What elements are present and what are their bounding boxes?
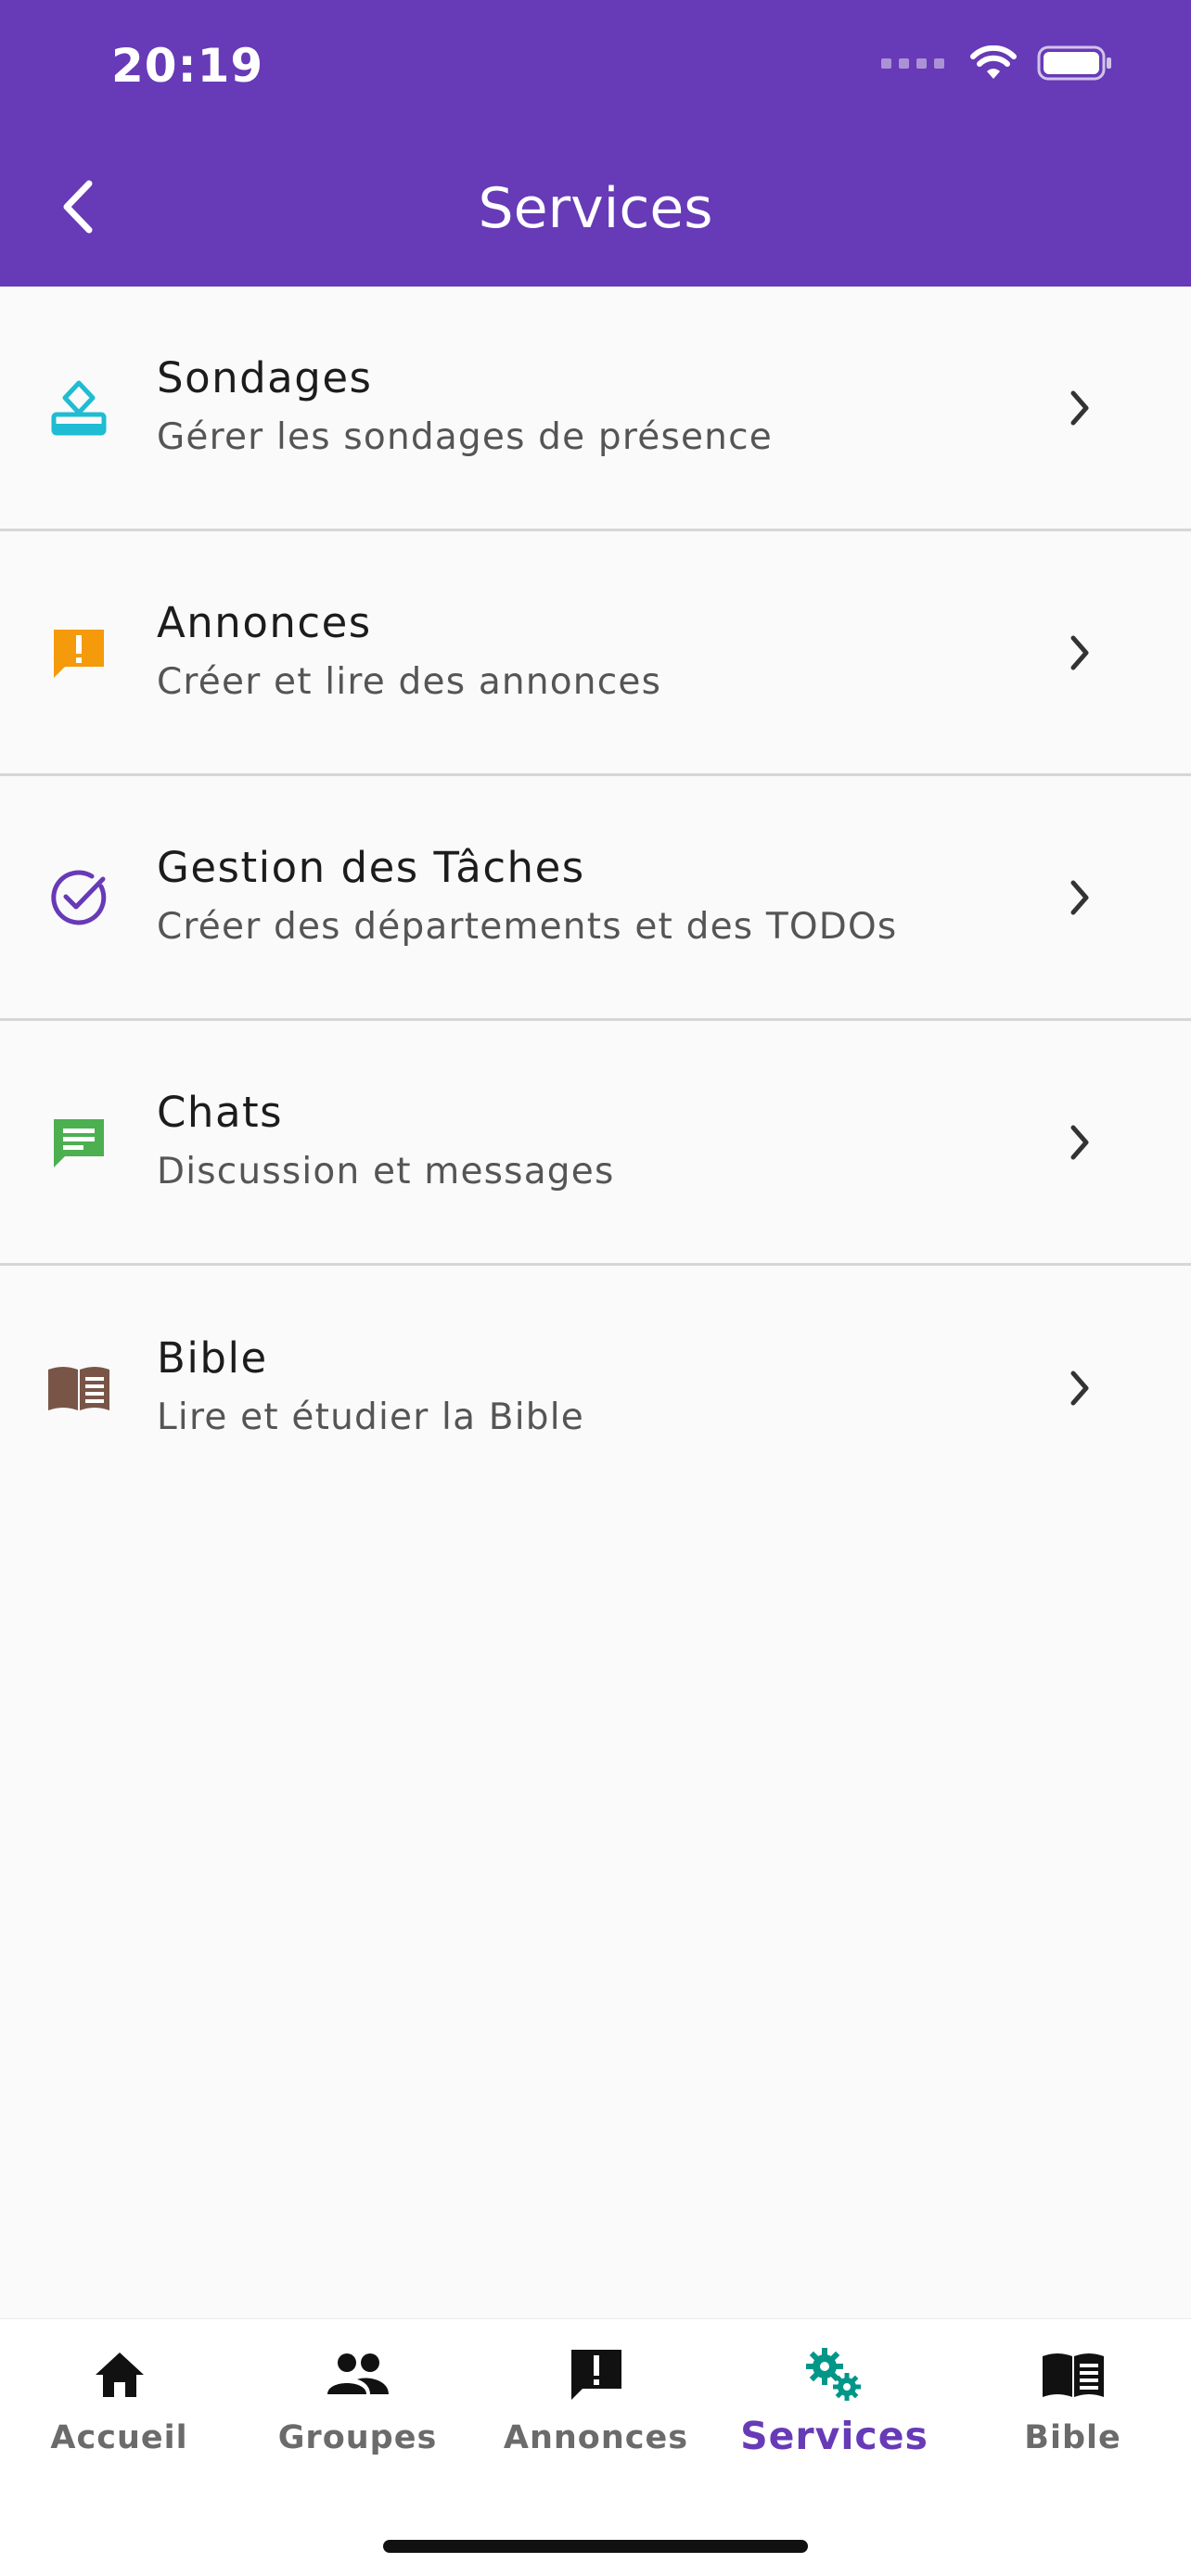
service-title: Annonces [157,597,372,647]
service-item-sondages[interactable]: Sondages Gérer les sondages de présence [0,287,1191,531]
wifi-icon [970,45,1017,79]
battery-icon [1037,45,1111,81]
chevron-right-icon [1061,1365,1098,1411]
service-subtitle: Lire et étudier la Bible [157,1396,584,1438]
services-list: Sondages Gérer les sondages de présence … [0,287,1191,1511]
tab-label: Groupes [277,2419,438,2456]
chevron-right-icon [1061,630,1098,676]
service-item-gestion-des-taches[interactable]: Gestion des Tâches Créer des département… [0,776,1191,1021]
app-bar: 20:19 Services [0,0,1191,287]
tab-annonces[interactable]: Annonces [477,2343,715,2456]
chevron-right-icon [1061,1119,1098,1166]
page-title: Services [478,176,713,241]
tab-label: Services [740,2414,928,2458]
service-item-chats[interactable]: Chats Discussion et messages [0,1021,1191,1266]
poll-icon [46,376,111,440]
status-icons [881,45,1113,82]
people-icon [238,2343,477,2406]
chevron-right-icon [1061,385,1098,431]
service-subtitle: Discussion et messages [157,1150,615,1192]
service-subtitle: Créer et lire des annonces [157,660,662,703]
service-subtitle: Créer des départements et des TODOs [157,905,898,948]
chevron-right-icon [1061,874,1098,921]
announcement-icon [46,620,111,685]
tab-bible[interactable]: Bible [954,2343,1191,2456]
gears-icon [715,2343,954,2406]
book-icon [954,2343,1191,2406]
service-item-annonces[interactable]: Annonces Créer et lire des annonces [0,531,1191,776]
status-time: 20:19 [111,39,264,93]
service-title: Gestion des Tâches [157,842,585,892]
tab-groupes[interactable]: Groupes [238,2343,477,2456]
service-title: Sondages [157,352,373,402]
tab-label: Accueil [50,2419,188,2456]
task-check-icon [46,865,111,930]
home-indicator[interactable] [383,2540,808,2553]
bottom-navigation: Accueil Groupes Annonces Services Bible [0,2318,1191,2576]
tab-label: Annonces [503,2419,689,2456]
tab-label: Bible [1024,2419,1121,2456]
book-icon [46,1356,111,1421]
tab-services[interactable]: Services [715,2343,954,2458]
service-title: Chats [157,1087,284,1137]
service-item-bible[interactable]: Bible Lire et étudier la Bible [0,1266,1191,1511]
tab-accueil[interactable]: Accueil [0,2343,238,2456]
cellular-signal-icon [881,57,944,69]
chat-icon [46,1110,111,1175]
service-title: Bible [157,1333,268,1383]
announcement-icon [477,2343,715,2406]
service-subtitle: Gérer les sondages de présence [157,415,773,458]
home-icon [0,2343,238,2406]
